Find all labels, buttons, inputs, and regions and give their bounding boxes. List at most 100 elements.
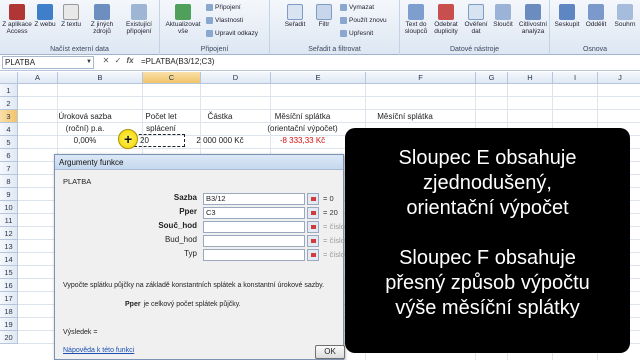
collapse-dialog-icon[interactable] <box>307 221 319 233</box>
row-header-18[interactable]: 18 <box>0 305 18 318</box>
collapse-dialog-icon[interactable] <box>307 193 319 205</box>
name-box[interactable]: PLATBA ▼ <box>2 56 94 69</box>
column-header-i[interactable]: I <box>553 72 598 84</box>
row-header-9[interactable]: 9 <box>0 188 18 201</box>
group-label: Osnova <box>582 46 608 53</box>
row-header-8[interactable]: 8 <box>0 175 18 188</box>
row-header-12[interactable]: 12 <box>0 227 18 240</box>
arg-label: Pper <box>179 207 197 216</box>
column-header-f[interactable]: F <box>366 72 476 84</box>
overlay-line: orientační výpočet <box>406 197 569 219</box>
row-header-19[interactable]: 19 <box>0 318 18 331</box>
cell-d1[interactable]: Částka <box>185 112 255 121</box>
row-header-6[interactable]: 6 <box>0 149 18 162</box>
cell-e1[interactable]: Měsíční splátka <box>255 112 350 121</box>
cell-b1[interactable]: Úroková sazba <box>40 112 130 121</box>
existing-connections-button[interactable]: Existující připojení <box>120 4 158 35</box>
row-header-13[interactable]: 13 <box>0 240 18 253</box>
enter-icon[interactable]: ✓ <box>112 56 124 65</box>
analysis-icon <box>525 4 541 20</box>
group-label: Připojení <box>200 46 229 53</box>
row-header-15[interactable]: 15 <box>0 266 18 279</box>
column-header-a[interactable]: A <box>18 72 58 84</box>
other-sources-button[interactable]: Z jiných zdrojů <box>86 4 118 35</box>
from-text-button[interactable]: Z textu <box>58 4 84 28</box>
filter-button[interactable]: Filtr <box>312 4 336 28</box>
from-web-button[interactable]: Z webu <box>33 4 57 28</box>
what-if-analysis-button[interactable]: Citlivostní analýza <box>516 4 550 35</box>
advanced-button[interactable]: Upřesnit <box>340 30 373 37</box>
insert-function-icon[interactable]: fx <box>124 56 136 65</box>
connections-button[interactable]: Připojení <box>206 4 241 11</box>
group-label: Načíst externí data <box>50 46 109 53</box>
arg-input[interactable]: B3/12 <box>203 193 305 205</box>
row-header-7[interactable]: 7 <box>0 162 18 175</box>
row-header-14[interactable]: 14 <box>0 253 18 266</box>
column-header-h[interactable]: H <box>508 72 553 84</box>
row-header-3[interactable]: 3 <box>0 110 18 123</box>
column-header-c[interactable]: C <box>143 72 201 84</box>
arg-input[interactable]: C3 <box>203 207 305 219</box>
connections-icon <box>131 4 147 20</box>
data-validation-button[interactable]: Ověření dat <box>462 4 490 35</box>
access-icon <box>9 4 25 20</box>
cell-b2[interactable]: (roční) p.a. <box>40 124 130 133</box>
arg-input[interactable] <box>203 221 305 233</box>
ok-button[interactable]: OK <box>315 345 345 359</box>
globe-icon <box>37 4 53 20</box>
collapse-dialog-icon[interactable] <box>307 235 319 247</box>
properties-icon <box>206 17 213 24</box>
column-header-e[interactable]: E <box>271 72 366 84</box>
formula-input[interactable]: =PLATBA(B3/12;C3) <box>138 56 638 69</box>
refresh-icon <box>175 4 191 20</box>
text-to-columns-button[interactable]: Text do sloupců <box>402 4 430 35</box>
consolidate-button[interactable]: Sloučit <box>491 4 515 28</box>
arg-label: Sazba <box>173 193 197 202</box>
ungroup-button[interactable]: Oddělit <box>582 4 610 28</box>
column-header-d[interactable]: D <box>201 72 271 84</box>
mouse-cursor-highlight <box>118 129 138 149</box>
sort-button[interactable]: Seřadit <box>282 4 308 28</box>
row-header-16[interactable]: 16 <box>0 279 18 292</box>
help-link[interactable]: Nápověda k této funkci <box>63 347 134 354</box>
arg-label: Typ <box>184 249 197 258</box>
subtotal-button[interactable]: Souhrn <box>611 4 639 28</box>
cell-d3[interactable]: 2 000 000 Kč <box>185 136 255 145</box>
select-all-corner[interactable] <box>0 72 18 84</box>
arg-label: Bud_hod <box>164 235 197 244</box>
clear-button[interactable]: Vymazat <box>340 4 374 11</box>
refresh-all-button[interactable]: Aktualizovat vše <box>164 4 202 35</box>
cell-e3[interactable]: -8 333,33 Kč <box>255 136 350 145</box>
cancel-icon[interactable]: ✕ <box>100 56 112 65</box>
row-header-17[interactable]: 17 <box>0 292 18 305</box>
cell-f1[interactable]: Měsíční splátka <box>350 112 460 121</box>
chevron-down-icon[interactable]: ▼ <box>86 57 92 68</box>
from-access-button[interactable]: Z aplikace Access <box>2 4 32 35</box>
cell-c3[interactable]: 20 <box>140 136 180 145</box>
column-header-j[interactable]: J <box>598 72 640 84</box>
column-header-g[interactable]: G <box>476 72 508 84</box>
reapply-button[interactable]: Použít znovu <box>340 17 387 24</box>
edit-links-button[interactable]: Upravit odkazy <box>206 30 258 37</box>
cell-e2[interactable]: (orientační výpočet) <box>255 124 350 133</box>
properties-button[interactable]: Vlastnosti <box>206 17 243 24</box>
validation-icon <box>468 4 484 20</box>
row-header-5[interactable]: 5 <box>0 136 18 149</box>
arg-input[interactable] <box>203 235 305 247</box>
row-header-20[interactable]: 20 <box>0 331 18 344</box>
row-header-11[interactable]: 11 <box>0 214 18 227</box>
row-header-2[interactable]: 2 <box>0 97 18 110</box>
formula-icons: ✕ ✓ fx <box>100 56 136 65</box>
remove-duplicates-button[interactable]: Odebrat duplicity <box>431 4 461 35</box>
arg-input[interactable] <box>203 249 305 261</box>
ribbon-group-data-tools: Text do sloupců Odebrat duplicity Ověřen… <box>400 0 550 55</box>
group-button[interactable]: Seskupit <box>552 4 582 28</box>
cell-b3[interactable]: 0,00% <box>40 136 130 145</box>
collapse-dialog-icon[interactable] <box>307 249 319 261</box>
row-header-1[interactable]: 1 <box>0 84 18 97</box>
cell-c2[interactable]: splácení <box>126 124 196 133</box>
collapse-dialog-icon[interactable] <box>307 207 319 219</box>
row-header-10[interactable]: 10 <box>0 201 18 214</box>
row-header-4[interactable]: 4 <box>0 123 18 136</box>
column-header-b[interactable]: B <box>58 72 143 84</box>
